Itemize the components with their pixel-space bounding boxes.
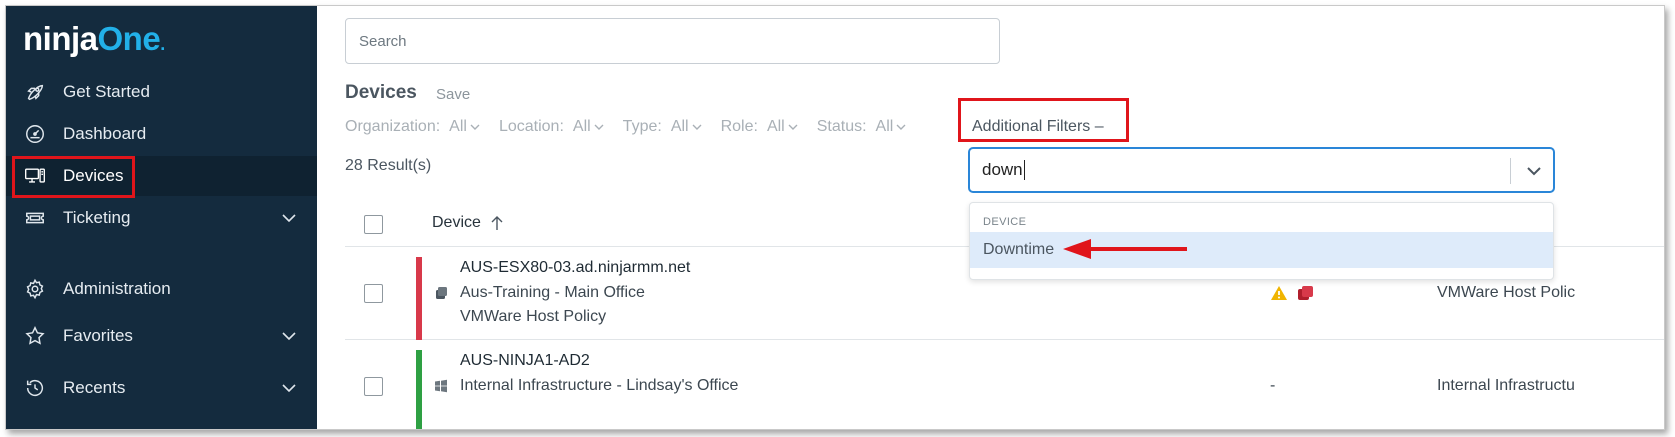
filter-type[interactable]: Type: All (623, 118, 702, 136)
rocket-icon (23, 80, 47, 104)
chevron-down-icon (896, 124, 906, 130)
filter-location[interactable]: Location: All (499, 118, 604, 136)
row-checkbox[interactable] (364, 284, 383, 303)
windows-icon (435, 379, 447, 393)
device-organization: Internal Infrastructure - Lindsay's Offi… (460, 377, 739, 394)
sidebar-item-label: Favorites (63, 326, 133, 345)
filter-select-value: down (982, 160, 1023, 179)
gauge-icon (23, 122, 47, 146)
additional-filters-highlight-box (958, 98, 1129, 142)
gear-icon (23, 277, 47, 301)
sort-ascending-icon (491, 216, 503, 230)
alert-column-value: - (1270, 377, 1276, 394)
chevron-down-icon (788, 124, 798, 130)
ninjaone-logo[interactable]: ninjaOne. (23, 20, 165, 58)
filter-status[interactable]: Status: All (817, 118, 907, 136)
option-group-label: DEVICE (983, 216, 1027, 228)
server-icon (436, 287, 447, 299)
sidebar-item-favorites[interactable]: Favorites (6, 316, 317, 356)
sidebar-item-label: Recents (63, 378, 126, 397)
device-column-header[interactable]: Device (432, 214, 504, 232)
filter-organization[interactable]: Organization: All (345, 118, 480, 136)
search-placeholder: Search (359, 32, 407, 50)
critical-alert-icon (1298, 286, 1313, 300)
device-name[interactable]: AUS-NINJA1-AD2 (460, 352, 590, 370)
sidebar-item-ticketing[interactable]: Ticketing (6, 198, 317, 238)
sidebar-item-label: Administration (63, 279, 171, 298)
history-icon (23, 376, 47, 400)
chevron-down-icon[interactable] (281, 328, 297, 344)
sidebar-item-label: Get Started (63, 82, 150, 101)
option-downtime[interactable]: Downtime (970, 232, 1553, 268)
chevron-down-icon[interactable] (281, 380, 297, 396)
device-name[interactable]: AUS-ESX80-03.ad.ninjarmm.net (460, 259, 690, 277)
results-count: 28 Result(s) (345, 157, 432, 174)
sidebar-item-label: Dashboard (63, 124, 147, 143)
ticket-icon (23, 206, 47, 230)
chevron-down-icon[interactable] (281, 210, 297, 226)
sidebar-item-label: Ticketing (63, 208, 131, 227)
search-input[interactable]: Search (345, 18, 1000, 64)
filter-bar: Organization: All Location: All Type: All R… (345, 118, 925, 136)
sidebar: ninjaOne. Get Started Dashboard Devices (6, 6, 317, 429)
additional-filter-select[interactable]: down (968, 147, 1555, 193)
policy-column-value: VMWare Host Polic (1437, 284, 1576, 301)
sidebar-item-administration[interactable]: Administration (6, 269, 317, 309)
device-policy: VMWare Host Policy (460, 308, 607, 325)
devices-highlight-box (12, 156, 135, 198)
sidebar-item-recents[interactable]: Recents (6, 368, 317, 408)
status-indicator (416, 350, 422, 429)
divider (1510, 158, 1511, 184)
chevron-down-icon (470, 124, 480, 130)
device-organization: Aus-Training - Main Office (460, 284, 645, 301)
text-cursor (1023, 160, 1025, 180)
annotation-arrow-icon (1063, 239, 1187, 259)
status-indicator (416, 257, 422, 340)
app-window: ninjaOne. Get Started Dashboard Devices (5, 5, 1665, 430)
chevron-down-icon (594, 124, 604, 130)
row-checkbox[interactable] (364, 377, 383, 396)
sidebar-item-dashboard[interactable]: Dashboard (6, 114, 317, 154)
table-row[interactable]: AUS-NINJA1-AD2 Internal Infrastructure -… (345, 340, 1664, 429)
select-all-checkbox[interactable] (364, 215, 383, 234)
warning-icon (1271, 286, 1287, 300)
policy-column-value: Internal Infrastructu (1437, 377, 1575, 394)
star-icon (23, 324, 47, 348)
filter-role[interactable]: Role: All (721, 118, 798, 136)
page-title: Devices (345, 82, 417, 103)
chevron-down-icon (692, 124, 702, 130)
save-button[interactable]: Save (436, 86, 470, 103)
main-content: Search Devices Save Organization: All Loc… (317, 6, 1664, 429)
filter-options-menu: DEVICE Downtime (969, 202, 1554, 280)
chevron-down-icon[interactable] (1525, 162, 1543, 180)
sidebar-item-get-started[interactable]: Get Started (6, 72, 317, 112)
